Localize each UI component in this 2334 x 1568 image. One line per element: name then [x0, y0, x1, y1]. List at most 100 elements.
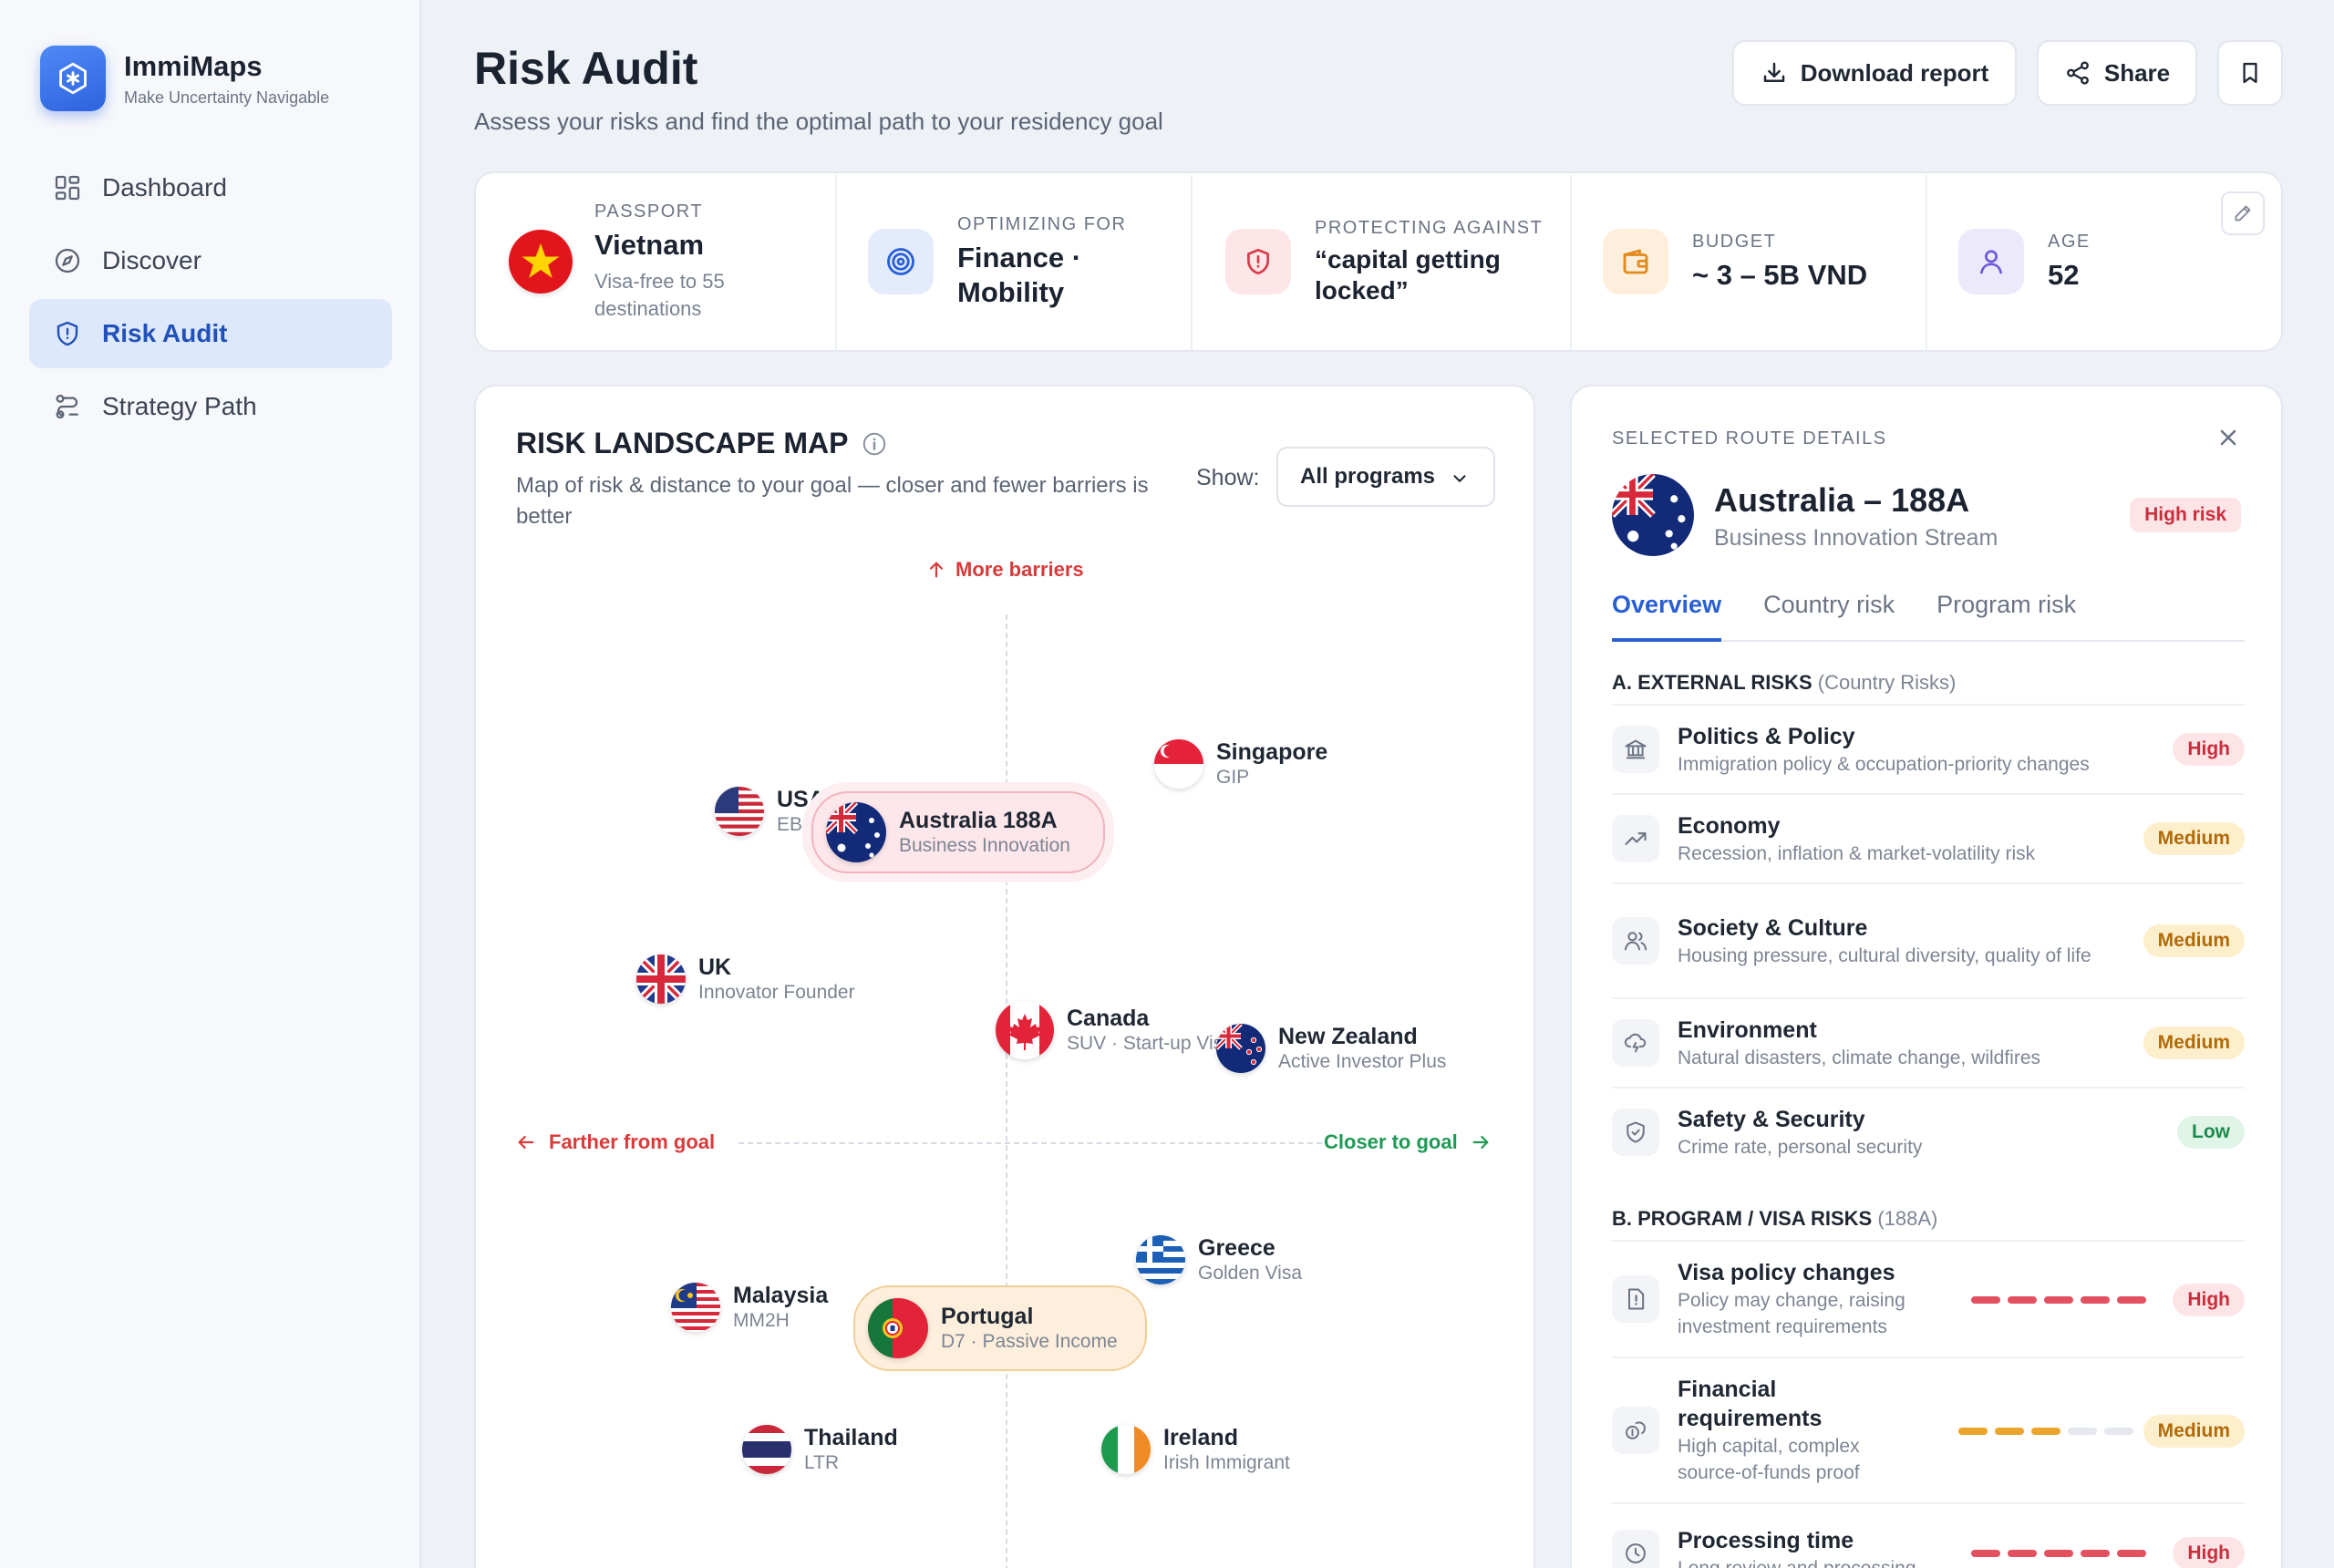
- risk-row-safety[interactable]: Safety & Security Crime rate, personal s…: [1612, 1087, 2245, 1176]
- map-point-program: MM2H: [733, 1310, 790, 1331]
- map-point-malaysia[interactable]: Malaysia MM2H: [671, 1282, 828, 1333]
- arrow-up-icon: [926, 560, 946, 580]
- map-point-canada[interactable]: Canada SUV · Start-up Visa: [996, 1001, 1234, 1059]
- portugal-flag-icon: [868, 1298, 928, 1358]
- map-point-program: Innovator Founder: [698, 982, 855, 1003]
- risk-title: Visa policy changes: [1678, 1260, 1895, 1285]
- risk-score-segment: [2008, 1296, 2037, 1304]
- chevron-down-icon: [1450, 469, 1470, 489]
- divider: [1570, 175, 1572, 350]
- risk-level-badge: Medium: [2143, 1415, 2245, 1448]
- tab-overview[interactable]: Overview: [1612, 585, 1722, 642]
- target-icon: [868, 229, 934, 294]
- map-point-program: LTR: [804, 1452, 840, 1473]
- singapore-flag-icon: [1154, 739, 1203, 789]
- map-point-name: Malaysia: [733, 1283, 829, 1308]
- bookmark-button[interactable]: [2217, 40, 2283, 106]
- map-point-ireland[interactable]: Ireland Irish Immigrant: [1101, 1424, 1290, 1475]
- risk-score-segment: [2044, 1296, 2073, 1304]
- risk-level-badge: Medium: [2143, 1026, 2245, 1059]
- brand-name: ImmiMaps: [124, 49, 263, 82]
- pencil-icon: [2232, 202, 2254, 224]
- sidebar-item-dashboard[interactable]: Dashboard: [29, 153, 392, 222]
- risk-row-society[interactable]: Society & Culture Housing pressure, cult…: [1612, 882, 2245, 997]
- budget-cell: BUDGET ~ 3 – 5B VND: [1603, 173, 1913, 350]
- risk-row-financial[interactable]: Financial requirements High capital, com…: [1612, 1357, 2245, 1502]
- shield-icon: [51, 317, 84, 350]
- map-description: Map of risk & distance to your goal — cl…: [516, 473, 1149, 529]
- risk-row-processing-time[interactable]: Processing time Long review and processi…: [1612, 1502, 2245, 1568]
- user-icon: [1958, 229, 2024, 294]
- malaysia-flag-icon: [671, 1283, 720, 1332]
- download-report-button[interactable]: Download report: [1732, 40, 2017, 106]
- close-details-button[interactable]: [2215, 425, 2241, 450]
- protecting-cell: PROTECTING AGAINST “capital getting lock…: [1225, 173, 1581, 350]
- axis-farther-from-goal: Farther from goal: [516, 1130, 715, 1154]
- map-point-uk[interactable]: UK Innovator Founder: [636, 954, 855, 1005]
- map-point-thailand[interactable]: Thailand LTR: [742, 1424, 898, 1475]
- risk-description: Natural disasters, climate change, wildf…: [1678, 1047, 2040, 1068]
- map-point-program: Active Investor Plus: [1278, 1051, 1447, 1072]
- arrow-right-icon: [1471, 1132, 1491, 1152]
- risk-score-segment: [1995, 1428, 2024, 1435]
- wallet-icon: [1603, 229, 1668, 294]
- brand[interactable]: ImmiMaps Make Uncertainty Navigable: [40, 46, 329, 111]
- risk-title: Society & Culture: [1678, 914, 1868, 941]
- risk-title: Financial requirements: [1678, 1377, 1823, 1431]
- program-filter-select[interactable]: All programs: [1276, 447, 1495, 507]
- map-title: RISK LANDSCAPE MAP: [516, 427, 888, 460]
- map-point-program: Irish Immigrant: [1163, 1452, 1290, 1473]
- selected-route-details: SELECTED ROUTE DETAILS Australia – 188A …: [1570, 385, 2283, 1568]
- risk-row-visa-policy[interactable]: Visa policy changes Policy may change, r…: [1612, 1240, 2245, 1357]
- canada-flag-icon: [996, 1001, 1054, 1059]
- optimizing-label: OPTIMIZING FOR: [957, 213, 1127, 234]
- map-point-new-zealand[interactable]: New Zealand Active Investor Plus: [1216, 1023, 1446, 1074]
- page-subtitle: Assess your risks and find the optimal p…: [474, 108, 1163, 135]
- program-risks-subtitle: (188A): [1877, 1207, 1938, 1230]
- sidebar-item-label: Dashboard: [102, 173, 227, 201]
- usa-flag-icon: [715, 787, 764, 836]
- sidebar-item-risk-audit[interactable]: Risk Audit: [29, 299, 392, 368]
- risk-description: High capital, complex source-of-funds pr…: [1678, 1436, 1860, 1483]
- sidebar-item-label: Discover: [102, 246, 201, 274]
- risk-landscape-map: RISK LANDSCAPE MAP Map of risk & distanc…: [474, 385, 1535, 1568]
- risk-score-bars: [1971, 1550, 2153, 1557]
- map-point-australia-selected[interactable]: Australia 188A Business Innovation: [811, 791, 1105, 873]
- external-risks-subtitle: (Country Risks): [1817, 671, 1957, 694]
- map-point-portugal[interactable]: Portugal D7 · Passive Income: [853, 1285, 1147, 1371]
- sidebar-item-strategy-path[interactable]: Strategy Path: [29, 372, 392, 441]
- tab-program-risk[interactable]: Program risk: [1936, 585, 2076, 642]
- edit-profile-button[interactable]: [2221, 191, 2265, 235]
- external-risks-title: A. EXTERNAL RISKS: [1612, 671, 1812, 694]
- details-eyebrow: SELECTED ROUTE DETAILS: [1612, 428, 1887, 449]
- shield-alert-icon: [1225, 229, 1291, 294]
- age-label: AGE: [2048, 231, 2091, 252]
- australia-flag-icon: [1612, 474, 1694, 556]
- risk-score-bars: [1971, 1296, 2153, 1304]
- risk-level-badge: Medium: [2143, 822, 2245, 855]
- map-point-usa[interactable]: USA EB-5: [715, 786, 825, 837]
- details-tabs: Overview Country risk Program risk: [1612, 585, 2245, 642]
- info-icon[interactable]: [861, 430, 888, 458]
- risk-title: Safety & Security: [1678, 1106, 1865, 1132]
- program-risks-title: B. PROGRAM / VISA RISKS: [1612, 1207, 1873, 1230]
- route-name: Australia – 188A: [1714, 481, 1970, 519]
- greece-flag-icon: [1136, 1235, 1185, 1284]
- tab-country-risk[interactable]: Country risk: [1763, 585, 1895, 642]
- ireland-flag-icon: [1101, 1425, 1151, 1474]
- map-point-greece[interactable]: Greece Golden Visa: [1136, 1234, 1302, 1285]
- sidebar-item-label: Risk Audit: [102, 319, 228, 347]
- passport-value: Vietnam: [594, 228, 705, 261]
- arrow-left-icon: [516, 1132, 536, 1152]
- risk-row-economy[interactable]: Economy Recession, inflation & market-vo…: [1612, 793, 2245, 882]
- risk-level-badge: Medium: [2143, 924, 2245, 957]
- risk-title: Environment: [1678, 1016, 1817, 1043]
- risk-row-environment[interactable]: Environment Natural disasters, climate c…: [1612, 997, 2245, 1087]
- share-button[interactable]: Share: [2037, 40, 2197, 106]
- optimizing-cell: OPTIMIZING FOR Finance · Mobility: [868, 173, 1178, 350]
- map-point-singapore[interactable]: Singapore GIP: [1154, 738, 1327, 789]
- sidebar-item-discover[interactable]: Discover: [29, 226, 392, 295]
- risk-level-badge: Low: [2177, 1116, 2245, 1149]
- map-point-name: Canada: [1067, 1006, 1150, 1031]
- risk-row-politics[interactable]: Politics & Policy Immigration policy & o…: [1612, 704, 2245, 793]
